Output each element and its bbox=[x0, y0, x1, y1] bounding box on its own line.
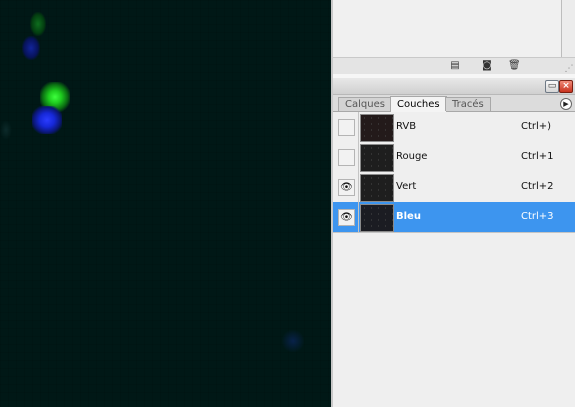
image-canvas[interactable] bbox=[0, 0, 331, 407]
tab-calques[interactable]: Calques bbox=[338, 97, 392, 111]
tab-couches[interactable]: Couches bbox=[390, 96, 447, 112]
channel-thumbnail bbox=[360, 114, 394, 142]
channel-name: Bleu bbox=[396, 211, 421, 222]
dark-pixel-cluster bbox=[0, 120, 12, 140]
eye-icon[interactable]: 👁 bbox=[338, 209, 355, 226]
channel-name: Vert bbox=[396, 181, 417, 192]
panel-titlebar[interactable]: ▭ × bbox=[333, 78, 575, 95]
channel-thumbnail bbox=[360, 174, 394, 202]
column-separator bbox=[358, 112, 359, 142]
column-separator bbox=[358, 172, 359, 202]
minimize-icon[interactable]: ▭ bbox=[545, 80, 559, 93]
visibility-toggle[interactable] bbox=[338, 149, 355, 166]
eye-icon[interactable]: 👁 bbox=[338, 179, 355, 196]
channel-shortcut: Ctrl+3 bbox=[521, 211, 554, 222]
column-separator bbox=[358, 142, 359, 172]
blue-pixel-cluster bbox=[282, 330, 304, 352]
channel-thumbnail bbox=[360, 144, 394, 172]
visibility-toggle[interactable] bbox=[338, 119, 355, 136]
close-icon[interactable]: × bbox=[559, 80, 573, 93]
tab-strip: Calques Couches Tracés ▶ bbox=[333, 95, 575, 112]
channel-row-bleu[interactable]: 👁 Bleu Ctrl+3 bbox=[333, 202, 575, 233]
upper-panel: ▤ ◙ 🗑 ⋰ bbox=[333, 0, 575, 75]
upper-panel-scrollbar[interactable] bbox=[561, 0, 575, 60]
upper-panel-toolbar: ▤ ◙ 🗑 ⋰ bbox=[333, 57, 575, 75]
channel-name: Rouge bbox=[396, 151, 428, 162]
channel-shortcut: Ctrl+1 bbox=[521, 151, 554, 162]
column-separator bbox=[358, 202, 359, 232]
channel-shortcut: Ctrl+) bbox=[521, 121, 552, 132]
channels-panel: ▭ × Calques Couches Tracés ▶ RVB Ctrl+) … bbox=[333, 78, 575, 407]
new-document-icon[interactable]: ▤ bbox=[449, 60, 461, 71]
blue-pixel-cluster bbox=[22, 36, 40, 60]
trash-icon[interactable]: 🗑 bbox=[508, 60, 521, 71]
channels-empty-area bbox=[333, 233, 575, 407]
channel-name: RVB bbox=[396, 121, 417, 132]
green-pixel-cluster bbox=[30, 12, 46, 36]
channel-shortcut: Ctrl+2 bbox=[521, 181, 554, 192]
resize-grip-icon[interactable]: ⋰ bbox=[564, 64, 574, 74]
channel-thumbnail bbox=[360, 204, 394, 232]
channel-row-rouge[interactable]: Rouge Ctrl+1 bbox=[333, 142, 575, 173]
tab-traces[interactable]: Tracés bbox=[445, 97, 491, 111]
panel-menu-icon[interactable]: ▶ bbox=[560, 98, 572, 110]
blue-pixel-cluster bbox=[32, 106, 62, 134]
window-edge bbox=[575, 0, 579, 407]
channel-row-vert[interactable]: 👁 Vert Ctrl+2 bbox=[333, 172, 575, 203]
camera-icon[interactable]: ◙ bbox=[481, 60, 493, 71]
channel-row-rvb[interactable]: RVB Ctrl+) bbox=[333, 112, 575, 143]
